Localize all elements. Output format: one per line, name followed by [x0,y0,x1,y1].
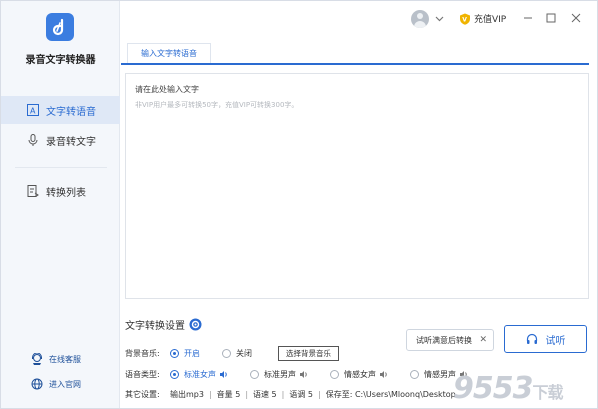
nav-item-label: 转换列表 [46,187,86,199]
recharge-vip-button[interactable]: V 充值VIP [459,12,506,25]
separator: | [245,390,249,399]
separator: | [318,390,321,399]
radio-label: 标准男声 [264,370,296,379]
choose-bg-music-button[interactable]: 选择背景音乐 [278,346,339,361]
tab-text-to-speech-input[interactable]: 输入文字转语音 [127,43,211,63]
maximize-icon [546,13,556,23]
radio-dot [170,349,179,358]
radio-label: 关闭 [236,349,252,358]
vip-shield-icon: V [459,13,471,25]
radio-dot [410,370,419,379]
app-name: 录音文字转换器 [25,55,96,66]
nav-item-recording-to-text[interactable]: 录音转文字 [1,126,120,154]
watermark: 9553下载 [453,371,564,406]
settings-title-text: 文字转换设置 [125,321,185,332]
minimize-icon [524,17,532,19]
radio-dot [330,370,339,379]
bg-music-row: 背景音乐: 开启 关闭 选择背景音乐 [125,346,339,361]
radio-label: 标准女声 [184,370,216,379]
save-path[interactable]: 保存至: C:\Users\Mloonq\Desktop [326,389,456,400]
svg-text:V: V [462,16,467,23]
app-window: 录音文字转换器 A 文字转语音 录音转文字 转换列表 在线客服 进入官网 V 充… [0,0,598,409]
voice-standard-female-radio[interactable]: 标准女声 [170,369,228,380]
tab-bar: 输入文字转语音 [121,43,589,65]
output-format[interactable]: 输出mp3 [170,389,204,400]
bg-music-on-radio[interactable]: 开启 [170,348,200,359]
conversion-list-icon [27,185,39,197]
bg-music-label: 背景音乐: [125,349,160,358]
globe-icon [31,378,43,390]
gear-icon[interactable] [189,318,202,331]
maximize-button[interactable] [544,11,558,25]
nav-item-text-to-speech[interactable]: A 文字转语音 [1,96,120,124]
customer-service-icon [31,352,43,365]
watermark-text: 9553 [453,371,533,406]
sidebar: 录音文字转换器 A 文字转语音 录音转文字 转换列表 在线客服 进入官网 [1,1,120,408]
minimize-button[interactable] [521,11,535,25]
radio-label: 情感女声 [344,370,376,379]
text-input-area[interactable]: 请在此处输入文字 非VIP用户最多可转换50字，充值VIP可转换300字。 [125,73,589,299]
speaker-icon[interactable] [379,370,388,379]
radio-dot [222,349,231,358]
voice-standard-male-radio[interactable]: 标准男声 [250,369,308,380]
app-logo-icon [46,13,74,41]
svg-text:A: A [30,107,36,116]
speaker-icon[interactable] [219,370,228,379]
official-site-link[interactable]: 进入官网 [31,378,81,390]
separator: | [208,390,212,399]
voice-type-row: 语音类型: 标准女声 标准男声 情感女声 情感男声 [125,369,468,380]
text-input-placeholder: 请在此处输入文字 [135,85,199,94]
nav-item-conversion-list[interactable]: 转换列表 [1,177,120,205]
speaker-icon[interactable] [299,370,308,379]
radio-label: 开启 [184,349,200,358]
separator: | [281,390,285,399]
close-icon [571,13,581,23]
other-settings-label: 其它设置: [125,390,160,399]
tooltip-text: 试听满意后转换 [416,335,472,345]
other-settings-row: 其它设置: 输出mp3 | 音量 5 | 语速 5 | 语调 5 | 保存至: … [125,389,456,400]
microphone-icon [27,134,39,146]
close-icon[interactable]: ✕ [479,335,487,345]
pitch-setting[interactable]: 语调 5 [289,389,313,400]
text-limit-hint: 非VIP用户最多可转换50字，充值VIP可转换300字。 [135,101,299,109]
side-link-label: 进入官网 [49,379,81,389]
title-bar: V 充值VIP [121,1,597,37]
headphones-icon [526,333,538,345]
listen-button[interactable]: 试听 [504,325,587,353]
vip-label: 充值VIP [474,15,507,25]
sidebar-divider [15,167,107,168]
side-link-label: 在线客服 [49,354,81,364]
radio-dot [250,370,259,379]
settings-title: 文字转换设置 [125,317,202,332]
chevron-down-icon[interactable] [435,14,444,23]
close-button[interactable] [569,11,583,25]
listen-tooltip: 试听满意后转换 ✕ [406,329,494,351]
radio-dot [170,370,179,379]
online-service-link[interactable]: 在线客服 [31,352,81,365]
speed-setting[interactable]: 语速 5 [253,389,277,400]
nav-item-label: 录音转文字 [46,136,96,148]
text-to-speech-icon: A [27,104,39,116]
bg-music-off-radio[interactable]: 关闭 [222,348,252,359]
watermark-suffix: 下载 [532,383,564,402]
voice-emotional-female-radio[interactable]: 情感女声 [330,369,388,380]
volume-setting[interactable]: 音量 5 [217,389,241,400]
voice-type-label: 语音类型: [125,370,160,379]
user-avatar[interactable] [411,10,429,28]
listen-button-label: 试听 [545,335,566,347]
radio-label: 情感男声 [424,370,456,379]
nav-item-label: 文字转语音 [46,106,96,118]
